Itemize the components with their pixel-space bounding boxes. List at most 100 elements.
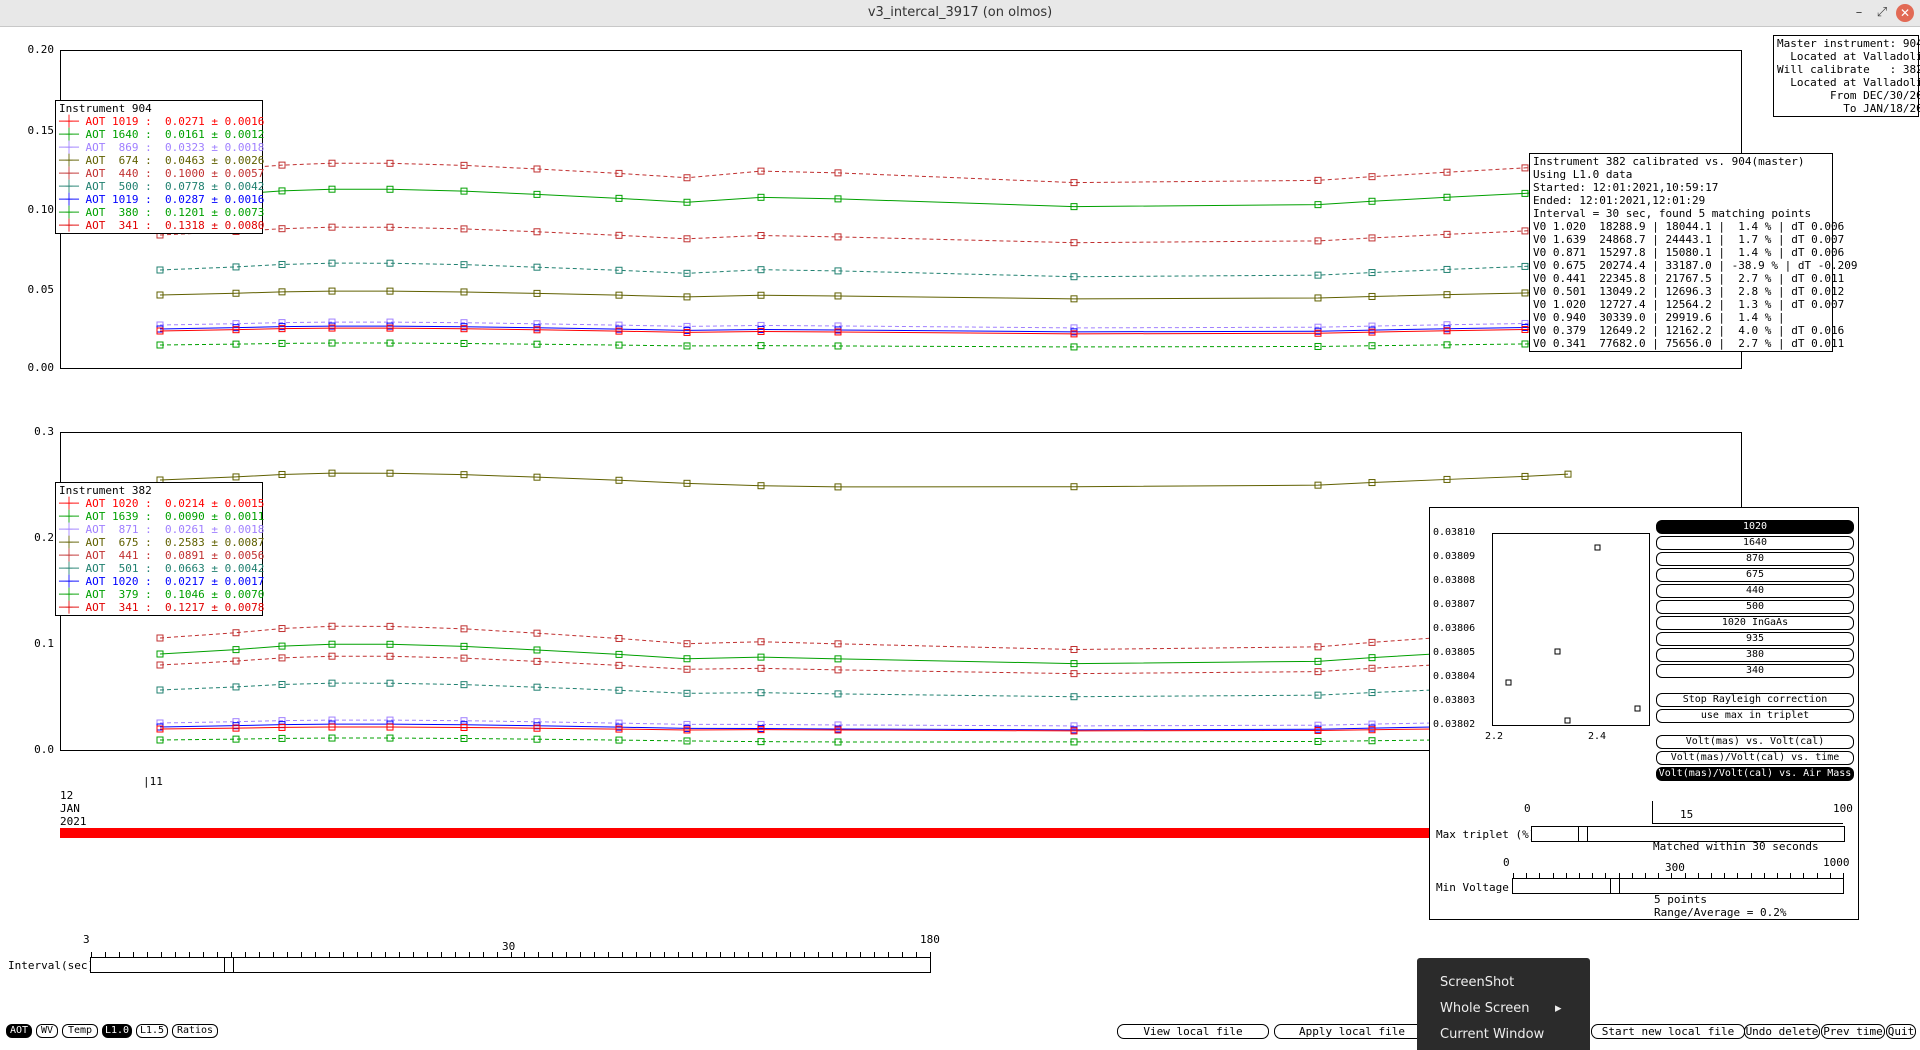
wavelength-button[interactable]: 870 (1656, 552, 1854, 566)
series-line (159, 226, 1569, 244)
legend-row: ─┼─ AOT 674 : 0.0463 ± 0.0026 (59, 154, 264, 167)
plot1-ylabel: 0.05 (27, 283, 55, 296)
plot2-ylabel: 0.3 (34, 425, 54, 438)
wavelength-button[interactable]: 500 (1656, 600, 1854, 614)
min-voltage-value: 300 (1665, 861, 1685, 874)
toggle-ratios[interactable]: Ratios (172, 1024, 218, 1038)
menu-item-screenshot[interactable]: ScreenShot (1440, 974, 1514, 992)
interval-slider[interactable] (90, 952, 931, 973)
interval-min: 3 (83, 933, 90, 946)
calibration-line: V0 0.441 22345.8 | 21767.5 | 2.7 % | dT … (1533, 272, 1845, 285)
plot1-ylabel: 0.15 (27, 124, 55, 137)
master-info-line: Will calibrate : 382 (1777, 63, 1920, 76)
plot-mode-button[interactable]: Volt(mas) vs. Volt(cal) (1656, 735, 1854, 749)
plot1-legend: Instrument 904 ─┼─ AOT 1019 : 0.0271 ± 0… (55, 100, 265, 234)
plot2-legend: Instrument 382 ─┼─ AOT 1020 : 0.0214 ± 0… (55, 482, 265, 616)
legend-label: AOT 1019 : (85, 193, 152, 206)
series-marker-icon: ─┼─ (59, 206, 86, 219)
series-marker-icon: ─┼─ (59, 154, 86, 167)
toggle-l1-5[interactable]: L1.5 (136, 1024, 168, 1038)
calibration-line: V0 0.501 13049.2 | 12696.3 | 2.8 % | dT … (1533, 285, 1845, 298)
interval-value: 30 (502, 940, 516, 953)
legend-title: Instrument 382 (59, 484, 152, 497)
legend-label: AOT 1020 : (85, 497, 152, 510)
start-new-local-file-button[interactable]: Start new local file (1591, 1024, 1745, 1039)
master-info-line: Master instrument: 904 (1777, 37, 1920, 50)
legend-row: ─┼─ AOT 1020 : 0.0214 ± 0.0015 (59, 497, 264, 510)
menu-item-current-window[interactable]: Current Window (1440, 1026, 1544, 1044)
legend-label: AOT 441 : (85, 549, 152, 562)
wavelength-button[interactable]: 1020 InGaAs (1656, 616, 1854, 630)
scatter-ylabel: 0.03808 (1433, 575, 1476, 586)
legend-row: ─┼─ AOT 871 : 0.0261 ± 0.0018 (59, 523, 264, 536)
legend-row: ─┼─ AOT 440 : 0.1000 ± 0.0057 (59, 167, 264, 180)
view-local-file-button[interactable]: View local file (1117, 1024, 1269, 1039)
toggle-temp[interactable]: Temp (62, 1024, 98, 1038)
legend-row: ─┼─ AOT 341 : 0.1217 ± 0.0078 (59, 601, 264, 614)
interval-max: 180 (920, 933, 940, 946)
series-marker-icon: ─┼─ (59, 510, 86, 523)
legend-row: ─┼─ AOT 341 : 0.1318 ± 0.0080 (59, 219, 264, 232)
apply-local-file-button[interactable]: Apply local file (1274, 1024, 1430, 1039)
min-voltage-slider[interactable] (1512, 873, 1844, 894)
option-button[interactable]: use max in triplet (1656, 709, 1854, 723)
time-range-bar[interactable] (60, 828, 1430, 838)
plot-mode-button[interactable]: Volt(mas)/Volt(cal) vs. time (1656, 751, 1854, 765)
series-marker-icon: ─┼─ (59, 180, 86, 193)
series-line (159, 719, 1569, 727)
scatter-points-svg (1505, 544, 1641, 724)
plot-mode-button[interactable]: Volt(mas)/Volt(cal) vs. Air Mass (1656, 767, 1854, 781)
menu-item-whole-screen[interactable]: Whole Screen (1440, 1000, 1529, 1018)
toggle-wv[interactable]: WV (36, 1024, 58, 1038)
legend-label: AOT 501 : (85, 562, 152, 575)
min-voltage-thumb[interactable] (1609, 878, 1620, 894)
wavelength-button[interactable]: 675 (1656, 568, 1854, 582)
series-line (159, 325, 1569, 333)
legend-value: 0.0778 ± 0.0042 (164, 180, 265, 193)
legend-row: ─┼─ AOT 1639 : 0.0090 ± 0.0011 (59, 510, 264, 523)
scatter-point (1594, 544, 1601, 551)
scatter-ylabel: 0.03806 (1433, 623, 1476, 634)
toggle-aot[interactable]: AOT (6, 1024, 32, 1038)
plot1-ylabel: 0.20 (27, 43, 55, 56)
series-line (159, 327, 1569, 335)
series-marker-icon: ─┼─ (59, 588, 86, 601)
max-triplet-thumb[interactable] (1577, 826, 1588, 842)
scatter-ylabel: 0.03810 (1433, 527, 1476, 538)
series-marker-icon: ─┼─ (59, 562, 86, 575)
wavelength-button[interactable]: 440 (1656, 584, 1854, 598)
legend-row: ─┼─ AOT 1640 : 0.0161 ± 0.0012 (59, 128, 264, 141)
legend-value: 0.0217 ± 0.0017 (164, 575, 265, 588)
maximize-icon[interactable]: ⤢ (1873, 4, 1891, 22)
quit-button[interactable]: Quit (1886, 1024, 1916, 1039)
undo-delete-button[interactable]: Undo delete (1744, 1024, 1820, 1039)
legend-value: 0.0271 ± 0.0016 (164, 115, 265, 128)
minimize-icon[interactable]: – (1850, 4, 1868, 22)
wavelength-button[interactable]: 1020 (1656, 520, 1854, 534)
prev-time-button[interactable]: Prev time (1821, 1024, 1885, 1039)
legend-value: 0.1201 ± 0.0073 (164, 206, 265, 219)
legend-row: ─┼─ AOT 675 : 0.2583 ± 0.0087 (59, 536, 264, 549)
close-icon[interactable]: ✕ (1896, 4, 1914, 22)
legend-label: AOT 500 : (85, 180, 152, 193)
calibration-line: V0 1.020 12727.4 | 12564.2 | 1.3 % | dT … (1533, 298, 1845, 311)
scatter-xlabel: 2.4 (1588, 731, 1607, 742)
calibration-line: V0 0.675 20274.4 | 33187.0 | -38.9 % | d… (1533, 259, 1858, 272)
legend-value: 0.0663 ± 0.0042 (164, 562, 265, 575)
legend-row: ─┼─ AOT 500 : 0.0778 ± 0.0042 (59, 180, 264, 193)
option-button[interactable]: Stop Rayleigh correction (1656, 693, 1854, 707)
max-triplet-min: 0 (1524, 802, 1531, 815)
master-info-line: From DEC/30/2020 (1829, 89, 1920, 102)
toggle-l1-0[interactable]: L1.0 (102, 1024, 132, 1038)
legend-title: Instrument 904 (59, 102, 152, 115)
interval-thumb[interactable] (223, 957, 234, 973)
wavelength-button[interactable]: 380 (1656, 648, 1854, 662)
legend-value: 0.1000 ± 0.0057 (164, 167, 265, 180)
legend-value: 0.0287 ± 0.0016 (164, 193, 265, 206)
wavelength-button[interactable]: 340 (1656, 664, 1854, 678)
wavelength-button[interactable]: 935 (1656, 632, 1854, 646)
legend-row: ─┼─ AOT 380 : 0.1201 ± 0.0073 (59, 206, 264, 219)
wavelength-button[interactable]: 1640 (1656, 536, 1854, 550)
series-marker-icon: ─┼─ (59, 219, 86, 232)
max-triplet-label: Max triplet (%) (1436, 828, 1536, 841)
